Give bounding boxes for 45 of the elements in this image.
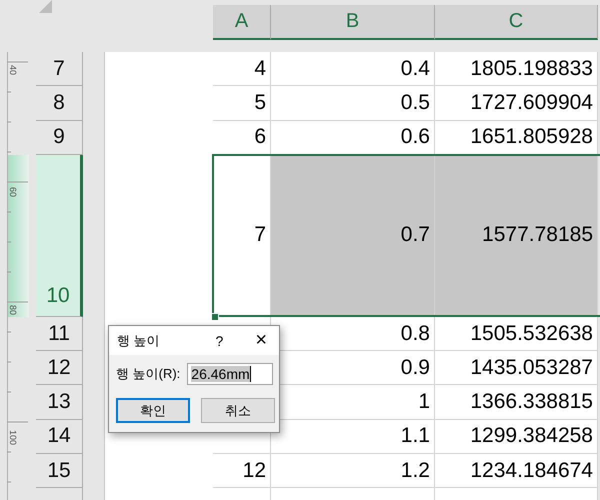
table-cell: 1.2 (271, 454, 435, 488)
table-cell: 1435.053287 (435, 351, 598, 386)
row-header[interactable]: 9 (36, 120, 83, 155)
table-cell: 7 (213, 154, 271, 317)
table-cell: 1.1 (271, 420, 435, 454)
table-cell: 0.8 (271, 316, 435, 352)
fill-handle[interactable] (211, 313, 219, 321)
table-cell: 0.5 (271, 86, 435, 121)
table-cell: 1577.78185 (435, 154, 598, 317)
table-cell: 1727.609904 (435, 86, 598, 121)
row-header[interactable]: 11 (36, 316, 83, 352)
ruler-label: 60 (8, 187, 18, 198)
close-button[interactable]: × (251, 329, 271, 352)
table-cell: 12 (213, 454, 271, 488)
table-cell: 1234.184674 (435, 454, 598, 488)
help-button[interactable]: ? (216, 332, 224, 348)
column-header[interactable]: A (213, 5, 271, 40)
table-cell: 4 (213, 52, 271, 86)
table-cell: 1651.805928 (435, 120, 598, 155)
dialog-title: 행 높이 (117, 332, 161, 350)
table-cell: 6 (213, 120, 271, 155)
column-header[interactable]: C (435, 5, 598, 40)
table-cell: 0.6 (271, 120, 435, 155)
field-label: 행 높이(R): (116, 365, 180, 383)
input-field[interactable]: 26.46mm (187, 363, 273, 385)
column-header[interactable]: B (271, 5, 435, 40)
ruler-label: 80 (8, 305, 18, 316)
table-cell: 1366.338815 (435, 385, 598, 420)
row-header[interactable]: 12 (36, 351, 83, 386)
ruler-label: 40 (8, 65, 18, 76)
row-header[interactable]: 13 (36, 385, 83, 420)
dialog-button[interactable]: 취소 (201, 398, 275, 423)
table-cell: 0.4 (271, 52, 435, 86)
dialog-button[interactable]: 확인 (116, 398, 190, 423)
row-header[interactable]: 8 (36, 86, 83, 121)
table-cell: 1805.198833 (435, 52, 598, 86)
row-header[interactable]: 7 (36, 52, 83, 86)
row-header[interactable]: 15 (36, 454, 83, 488)
ruler-label: 100 (8, 430, 18, 446)
row-header[interactable]: 14 (36, 420, 83, 454)
table-cell: 0.7 (271, 154, 435, 317)
row-header[interactable]: 10 (36, 154, 83, 317)
table-cell: 1505.532638 (435, 316, 598, 352)
table-cell: 5 (213, 86, 271, 121)
table-cell: 1299.384258 (435, 420, 598, 454)
